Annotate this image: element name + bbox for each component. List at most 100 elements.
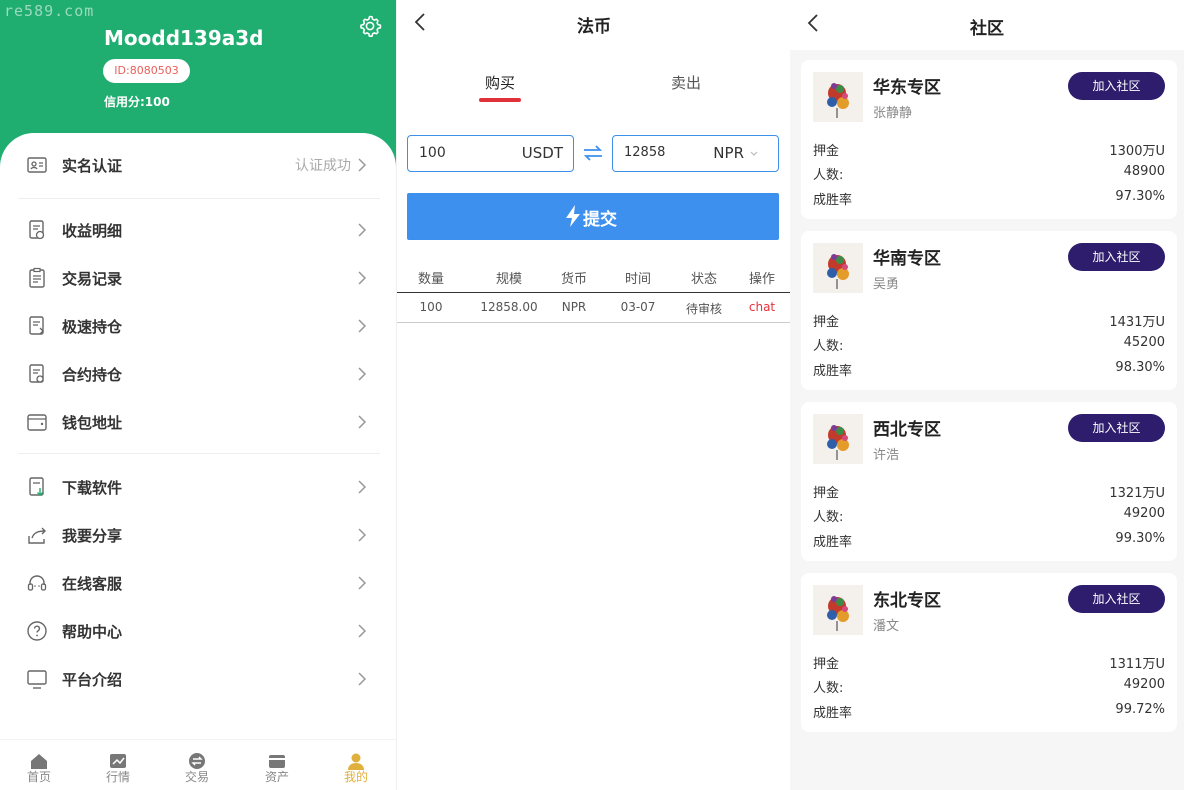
menu-item-label: 下载软件 [62,478,123,497]
community-card: 华东专区 张静静 加入社区 押金 1300万U 人数: 48900 成胜率 97… [801,60,1177,219]
currency-select[interactable]: NPR [713,144,744,162]
winrate-value: 97.30% [1115,189,1165,204]
cell-currency: NPR [561,300,587,314]
community-card: 西北专区 许浩 加入社区 押金 1321万U 人数: 49200 成胜率 99.… [801,402,1177,561]
menu-item-share[interactable]: 我要分享 [0,512,396,558]
menu-item-wallet-address[interactable]: 钱包地址 [0,399,396,445]
join-community-button[interactable]: 加入社区 [1068,72,1165,100]
community-name: 西北专区 [873,420,941,440]
chevron-right-icon [358,528,367,542]
bottom-tab-bar: 首页 行情 交易 资产 我的 [0,739,396,790]
menu-item-customer-service[interactable]: 在线客服 [0,560,396,606]
menu-item-platform-intro[interactable]: 平台介绍 [0,656,396,702]
join-community-button[interactable]: 加入社区 [1068,585,1165,613]
join-community-button[interactable]: 加入社区 [1068,243,1165,271]
table-header-action: 操作 [748,272,775,287]
members-value: 45200 [1123,335,1165,350]
winrate-value: 99.72% [1115,702,1165,717]
tab-trade[interactable]: 交易 [167,740,227,790]
tab-market[interactable]: 行情 [88,740,148,790]
tab-buy[interactable]: 购买 [485,72,515,93]
watermark: re589.com [4,2,95,20]
menu-item-real-name[interactable]: 实名认证 认证成功 [0,142,396,188]
community-leader: 许浩 [873,448,900,463]
monitor-icon [27,670,47,689]
community-card: 华南专区 吴勇 加入社区 押金 1431万U 人数: 45200 成胜率 98.… [801,231,1177,390]
avatar [813,585,863,635]
community-name: 华南专区 [873,249,941,269]
divider [18,198,380,199]
winrate-value: 98.30% [1115,360,1165,375]
community-screen: 社区 华东专区 张静静 加入社区 押金 1300万U 人数: 48900 成胜率… [790,0,1184,790]
table-row-divider [397,322,790,323]
tab-label: 首页 [26,770,51,784]
menu-item-label: 实名认证 [62,156,123,175]
credit-score: 信用分:100 [104,95,170,109]
tab-home[interactable]: 首页 [9,740,69,790]
fiat-screen: 法币 购买 卖出 100 USDT 12858 NPR 提交 数量 规模 货币 … [396,0,790,790]
avatar [813,414,863,464]
deposit-value: 1311万U [1109,657,1165,672]
chevron-right-icon [358,367,367,381]
tab-sell[interactable]: 卖出 [671,72,701,93]
share-icon [28,527,46,544]
verification-status: 认证成功 [295,158,351,174]
menu-item-contract-position[interactable]: 合约持仓 [0,351,396,397]
winrate-label: 成胜率 [813,706,853,721]
avatar [813,243,863,293]
menu-item-download[interactable]: 下载软件 [0,464,396,510]
income-doc-icon [29,220,45,240]
deposit-label: 押金 [813,315,840,330]
deposit-value: 1321万U [1109,486,1165,501]
tab-assets[interactable]: 资产 [247,740,307,790]
menu-item-fast-position[interactable]: 极速持仓 [0,303,396,349]
members-label: 人数: [813,339,844,354]
table-header-time: 时间 [624,272,651,287]
community-card: 东北专区 潘文 加入社区 押金 1311万U 人数: 49200 成胜率 99.… [801,573,1177,732]
menu-item-label: 平台介绍 [62,670,123,689]
table-header-currency: 货币 [560,272,587,287]
amount-unit: USDT [521,144,563,162]
amount-field[interactable]: 100 USDT [407,135,574,172]
tab-label: 我的 [343,770,368,784]
lightning-icon [566,205,580,227]
gear-icon[interactable] [358,14,382,38]
menu-item-trade-records[interactable]: 交易记录 [0,255,396,301]
chevron-right-icon [358,672,367,686]
winrate-label: 成胜率 [813,364,853,379]
help-icon [27,621,47,641]
menu-item-label: 我要分享 [62,526,123,545]
headset-icon [27,575,47,591]
menu-item-label: 极速持仓 [62,317,123,336]
table-header-divider [397,292,790,293]
deposit-value: 1431万U [1109,315,1165,330]
menu-item-label: 在线客服 [62,574,123,593]
menu-item-income[interactable]: 收益明细 [0,207,396,253]
menu-item-help-center[interactable]: 帮助中心 [0,608,396,654]
converted-field[interactable]: 12858 NPR [612,135,779,172]
tab-mine[interactable]: 我的 [326,740,386,790]
deposit-value: 1300万U [1109,144,1165,159]
winrate-value: 99.30% [1115,531,1165,546]
amount-value: 100 [419,145,446,161]
members-label: 人数: [813,510,844,525]
chevron-down-icon [750,151,758,156]
deposit-label: 押金 [813,657,840,672]
download-icon [29,477,44,496]
community-name: 东北专区 [873,591,941,611]
community-name: 华东专区 [873,78,941,98]
divider [18,453,380,454]
submit-button[interactable]: 提交 [407,193,779,240]
table-header-quantity: 数量 [417,272,444,287]
join-community-button[interactable]: 加入社区 [1068,414,1165,442]
community-leader: 张静静 [873,106,913,121]
chevron-right-icon [358,624,367,638]
swap-icon[interactable] [583,144,603,162]
chevron-right-icon [358,480,367,494]
tab-label: 交易 [184,770,209,784]
chat-link[interactable]: chat [738,300,786,314]
members-value: 49200 [1123,677,1165,692]
deposit-label: 押金 [813,144,840,159]
members-label: 人数: [813,168,844,183]
members-label: 人数: [813,681,844,696]
